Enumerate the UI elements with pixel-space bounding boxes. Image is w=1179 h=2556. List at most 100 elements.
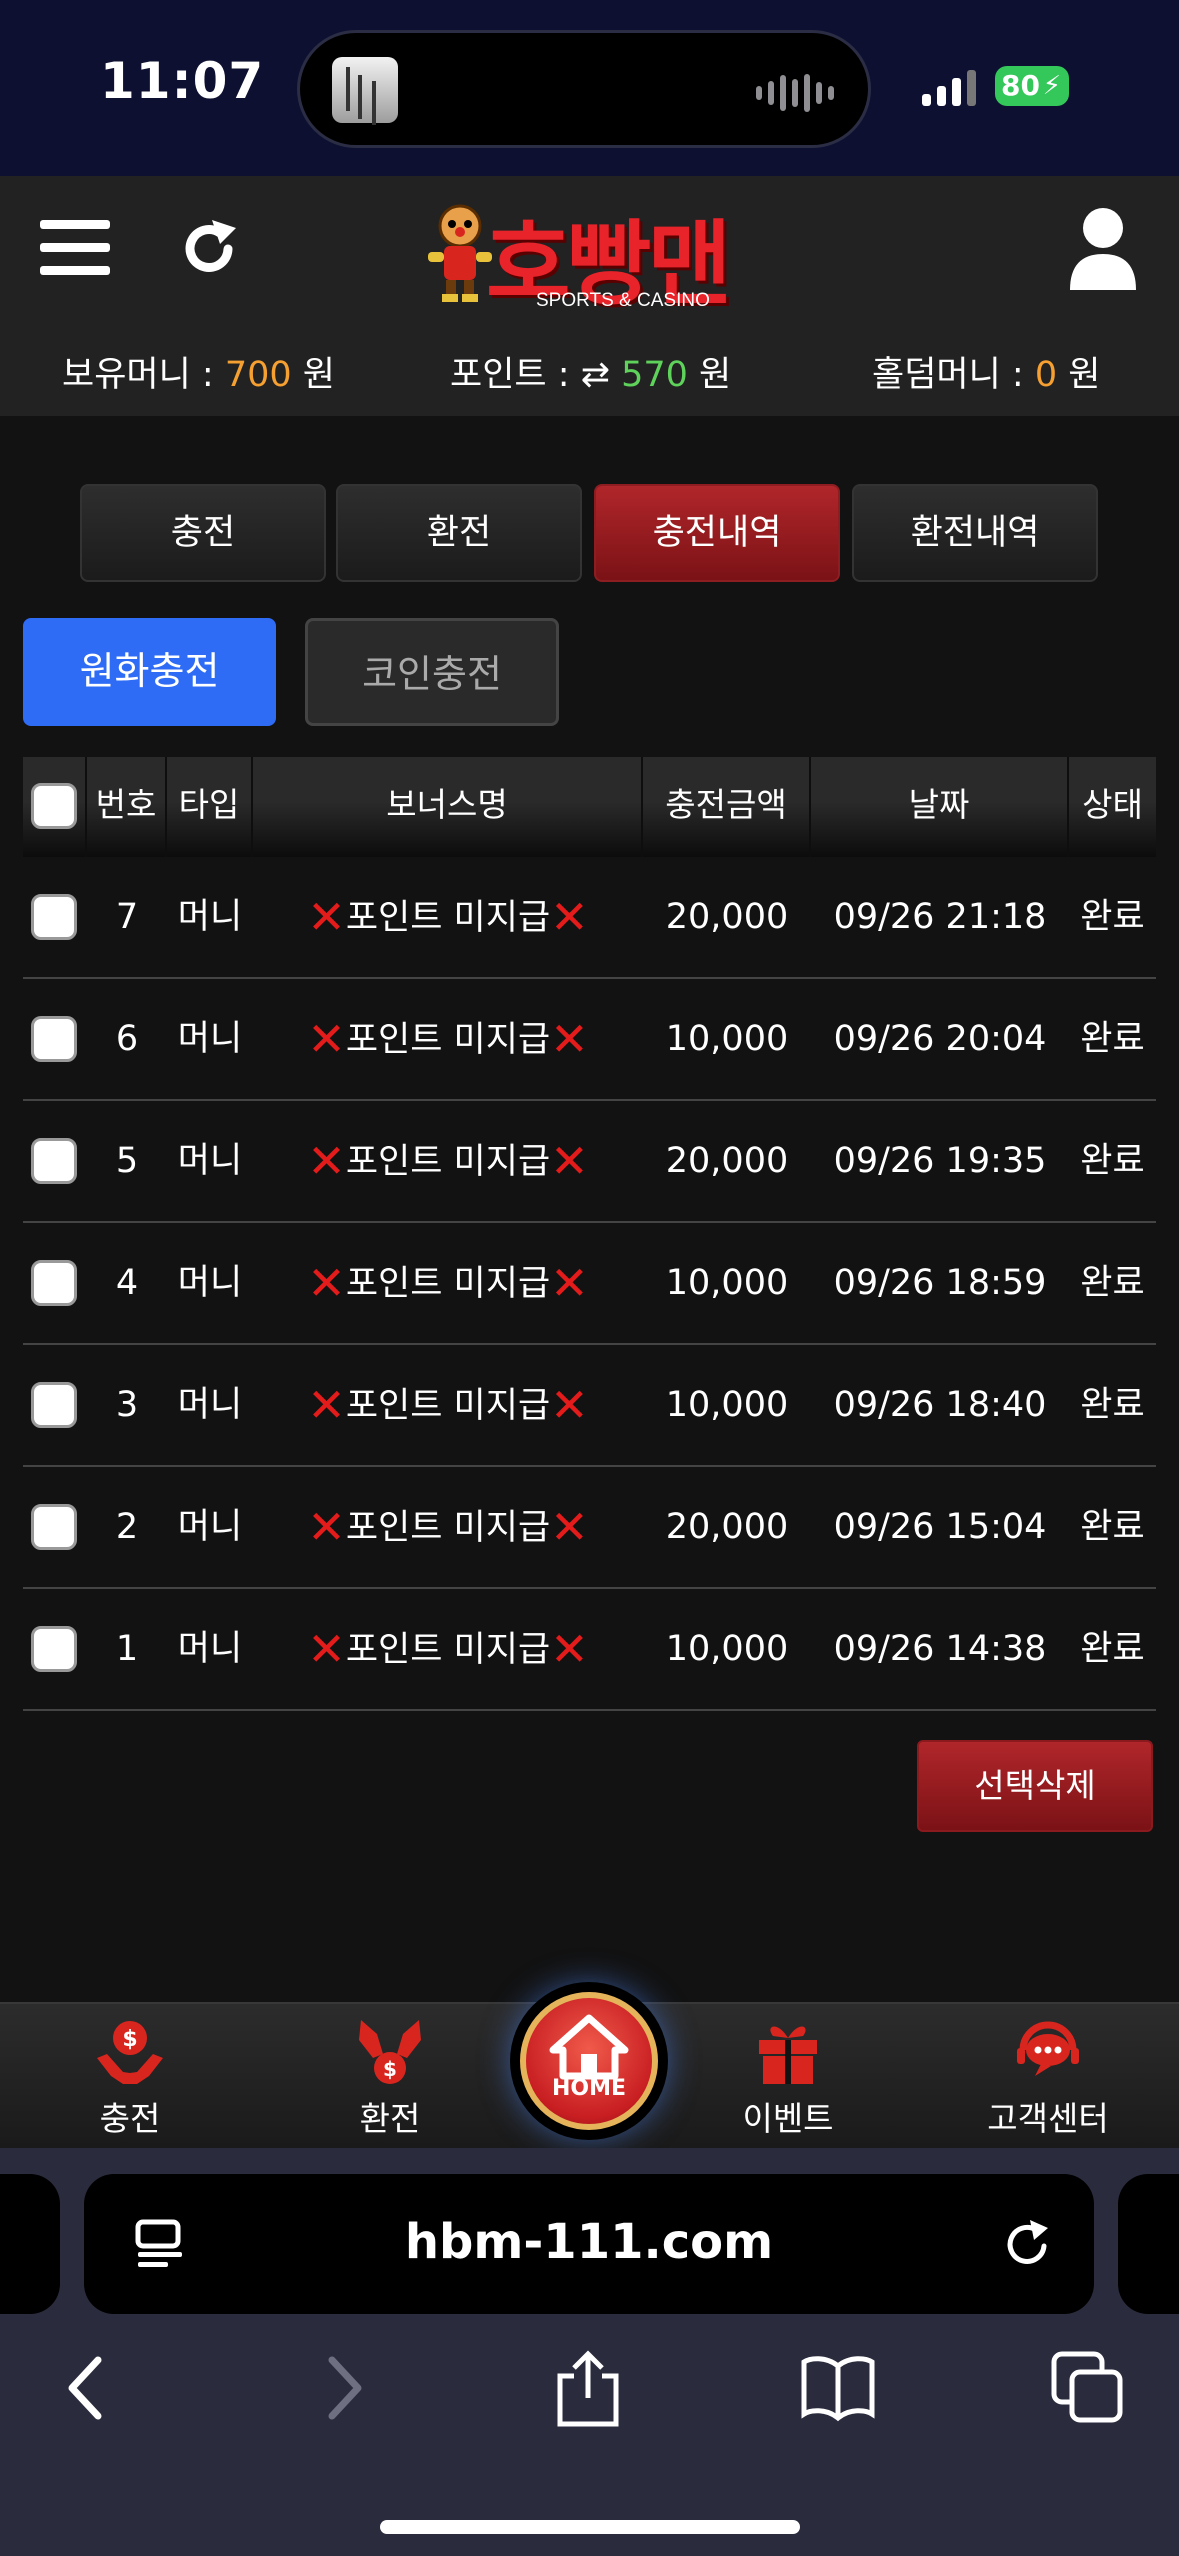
site-logo[interactable]: 호빵맨 SPORTS & CASINO: [422, 190, 762, 318]
held-money: 보유머니 : 700 원: [62, 346, 335, 397]
previous-tab-preview[interactable]: [0, 2174, 60, 2314]
row-checkbox[interactable]: [31, 1382, 77, 1428]
holdem-money-label: 홀덤머니 :: [872, 355, 1035, 395]
table-header: 번호 타입 보너스명 충전금액 날짜 상태: [23, 757, 1156, 857]
points-label: 포인트 :: [450, 355, 581, 395]
header-date: 날짜: [811, 757, 1069, 857]
charging-bolt-icon: ⚡: [1042, 71, 1061, 101]
battery-indicator: 80 ⚡: [995, 66, 1069, 106]
tab-withdraw-history[interactable]: 환전내역: [852, 484, 1098, 582]
table-row[interactable]: 2 머니 ✕포인트 미지급✕ 20,000 09/26 15:04 완료: [23, 1467, 1156, 1589]
cell-number: 1: [115, 1629, 139, 1669]
tab-deposit-history[interactable]: 충전내역: [594, 484, 840, 582]
red-x-icon: ✕: [550, 1134, 589, 1188]
held-money-value: 700: [224, 355, 292, 395]
cell-amount: 10,000: [665, 1629, 789, 1669]
header-type: 타입: [167, 757, 253, 857]
row-checkbox[interactable]: [31, 1016, 77, 1062]
cell-amount: 20,000: [665, 1507, 789, 1547]
tab-fiat-deposit[interactable]: 원화충전: [23, 618, 276, 726]
now-playing-thumbnail: [332, 57, 398, 123]
nav-home-button[interactable]: HOME: [510, 1982, 668, 2140]
cellular-signal-icon: [922, 68, 976, 106]
nav-support-label: 고객센터: [987, 2099, 1109, 2138]
cell-amount: 20,000: [665, 1141, 789, 1181]
svg-text:$: $: [122, 2027, 137, 2052]
nav-withdraw[interactable]: $ 환전: [290, 2014, 490, 2144]
row-checkbox[interactable]: [31, 1504, 77, 1550]
red-x-icon: ✕: [307, 1622, 346, 1676]
cell-type: 머니: [177, 1141, 243, 1181]
row-checkbox[interactable]: [31, 894, 77, 940]
url-text: hbm-111.com: [404, 2214, 774, 2270]
select-all-checkbox[interactable]: [31, 783, 77, 829]
cell-number: 5: [115, 1141, 139, 1181]
row-checkbox[interactable]: [31, 1138, 77, 1184]
table-row[interactable]: 1 머니 ✕포인트 미지급✕ 10,000 09/26 14:38 완료: [23, 1589, 1156, 1711]
red-x-icon: ✕: [550, 1378, 589, 1432]
cell-date: 09/26 19:35: [833, 1141, 1047, 1181]
forward-icon[interactable]: [302, 2348, 382, 2428]
holdem-money-unit: 원: [1057, 355, 1101, 395]
red-x-icon: ✕: [307, 1134, 346, 1188]
reload-icon[interactable]: [1000, 2216, 1056, 2272]
home-indicator: [380, 2520, 800, 2534]
tabs-icon[interactable]: [1048, 2348, 1128, 2428]
battery-level: 80: [1001, 69, 1040, 102]
cell-amount: 10,000: [665, 1019, 789, 1059]
cell-status: 완료: [1080, 897, 1145, 937]
dynamic-island[interactable]: [297, 30, 871, 148]
red-x-icon: ✕: [307, 1012, 346, 1066]
header-amount: 충전금액: [643, 757, 811, 857]
cell-number: 6: [115, 1019, 139, 1059]
header-number: 번호: [87, 757, 167, 857]
address-bar[interactable]: hbm-111.com: [84, 2174, 1094, 2314]
cell-number: 7: [115, 897, 139, 937]
user-profile-icon[interactable]: [1068, 206, 1138, 290]
refresh-icon[interactable]: [178, 218, 240, 280]
withdraw-hands-coin-icon: $: [359, 2020, 421, 2084]
table-row[interactable]: 7 머니 ✕포인트 미지급✕ 20,000 09/26 21:18 완료: [23, 857, 1156, 979]
nav-support[interactable]: 고객센터: [948, 2014, 1148, 2144]
cell-date: 09/26 18:40: [833, 1385, 1047, 1425]
exchange-arrows-icon[interactable]: ⇄: [581, 355, 621, 395]
cell-date: 09/26 21:18: [833, 897, 1047, 937]
red-x-icon: ✕: [307, 1378, 346, 1432]
cell-amount: 20,000: [665, 897, 789, 937]
headset-chat-icon: [1017, 2021, 1079, 2076]
bookmarks-icon[interactable]: [798, 2348, 878, 2428]
table-row[interactable]: 4 머니 ✕포인트 미지급✕ 10,000 09/26 18:59 완료: [23, 1223, 1156, 1345]
row-checkbox[interactable]: [31, 1626, 77, 1672]
holdem-money: 홀덤머니 : 0 원: [872, 346, 1100, 397]
table-row[interactable]: 3 머니 ✕포인트 미지급✕ 10,000 09/26 18:40 완료: [23, 1345, 1156, 1467]
cell-amount: 10,000: [665, 1263, 789, 1303]
bonus-name: 포인트 미지급: [345, 1020, 551, 1060]
cell-type: 머니: [177, 1019, 243, 1059]
delete-selected-button[interactable]: 선택삭제: [917, 1740, 1153, 1832]
nav-deposit[interactable]: $ 충전: [30, 2014, 230, 2144]
cell-bonus: ✕포인트 미지급✕: [253, 979, 643, 1099]
menu-icon[interactable]: [40, 220, 110, 280]
cell-amount: 10,000: [665, 1385, 789, 1425]
points[interactable]: 포인트 : ⇄ 570 원: [450, 346, 731, 397]
home-label: HOME: [551, 2076, 627, 2101]
held-money-unit: 원: [291, 355, 335, 395]
back-icon[interactable]: [48, 2348, 128, 2428]
header-status: 상태: [1082, 785, 1143, 824]
tab-deposit[interactable]: 충전: [80, 484, 326, 582]
cell-number: 2: [115, 1507, 139, 1547]
tab-coin-deposit[interactable]: 코인충전: [305, 618, 559, 726]
share-icon[interactable]: [548, 2348, 628, 2428]
cell-bonus: ✕포인트 미지급✕: [253, 1223, 643, 1343]
cell-bonus: ✕포인트 미지급✕: [253, 1345, 643, 1465]
table-row[interactable]: 5 머니 ✕포인트 미지급✕ 20,000 09/26 19:35 완료: [23, 1101, 1156, 1223]
next-tab-preview[interactable]: [1118, 2174, 1179, 2314]
balance-row: 보유머니 : 700 원 포인트 : ⇄ 570 원 홀덤머니 : 0 원: [0, 346, 1179, 406]
table-row[interactable]: 6 머니 ✕포인트 미지급✕ 10,000 09/26 20:04 완료: [23, 979, 1156, 1101]
row-checkbox[interactable]: [31, 1260, 77, 1306]
cell-date: 09/26 15:04: [833, 1507, 1047, 1547]
red-x-icon: ✕: [307, 890, 346, 944]
tab-withdraw[interactable]: 환전: [336, 484, 582, 582]
nav-event[interactable]: 이벤트: [688, 2014, 888, 2144]
deposit-hand-coin-icon: $: [97, 2021, 163, 2084]
